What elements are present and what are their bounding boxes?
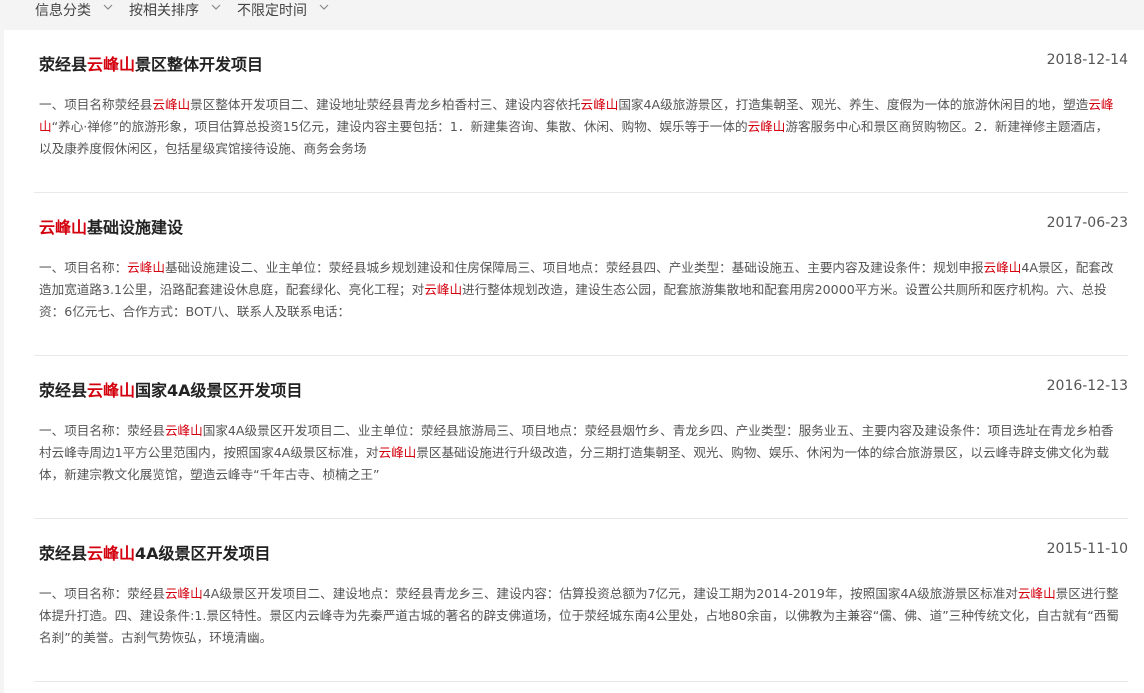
result-item: 云峰山基础设施建设 2017-06-23 一、项目名称：云峰山基础设施建设二、业… xyxy=(34,193,1128,356)
keyword-highlight: 云峰山 xyxy=(152,97,191,112)
text-segment: 荥经县 xyxy=(39,544,88,563)
keyword-highlight: 云峰山 xyxy=(164,586,203,601)
keyword-highlight: 云峰山 xyxy=(747,119,786,134)
result-date: 2016-12-13 xyxy=(1046,378,1128,394)
chevron-down-icon xyxy=(319,3,329,11)
text-segment: 国家4A级旅游景区，打造集朝圣、观光、养生、度假为一体的旅游休闲目的地，塑造 xyxy=(618,97,1089,112)
keyword-highlight: 云峰山 xyxy=(87,544,136,563)
keyword-highlight: 云峰山 xyxy=(87,55,136,74)
text-segment: 4A级景区开发项目 xyxy=(135,544,271,563)
keyword-highlight: 云峰山 xyxy=(127,260,165,275)
result-title[interactable]: 荥经县云峰山国家4A级景区开发项目 xyxy=(39,377,303,401)
result-date: 2015-11-10 xyxy=(1046,541,1128,557)
result-snippet: 一、项目名称：云峰山基础设施建设二、业主单位：荥经县城乡规划建设和住房保障局三、… xyxy=(39,257,1119,323)
text-segment: 4A级景区开发项目二、建设地点：荥经县青龙乡三、建设内容：估算投资总额为7亿元，… xyxy=(202,586,1018,601)
result-item: 荥经县云峰山国家4A级景区开发项目 2016-12-13 一、项目名称：荥经县云… xyxy=(34,356,1128,519)
keyword-highlight: 云峰山 xyxy=(1017,586,1056,601)
result-snippet: 一、项目名称：荥经县云峰山4A级景区开发项目二、建设地点：荥经县青龙乡三、建设内… xyxy=(39,583,1119,649)
result-snippet: 一、项目名称荥经县云峰山景区整体开发项目二、建设地址荥经县青龙乡柏香村三、建设内… xyxy=(39,94,1119,160)
result-item: 荥经县云峰山景区整体开发项目 2018-12-14 一、项目名称荥经县云峰山景区… xyxy=(34,30,1128,193)
text-segment: 景区整体开发项目 xyxy=(135,55,264,74)
left-edge-strip xyxy=(0,30,4,693)
result-date: 2018-12-14 xyxy=(1046,52,1128,68)
text-segment: 一、项目名称：荥经县 xyxy=(39,423,165,438)
result-item: 荥经县云峰山4A级景区开发项目 2015-11-10 一、项目名称：荥经县云峰山… xyxy=(34,519,1128,682)
chevron-down-icon xyxy=(211,3,221,11)
keyword-highlight: 云峰山 xyxy=(164,423,203,438)
filter-sort-dropdown[interactable]: 按相关排序 xyxy=(129,0,221,20)
keyword-highlight: 云峰山 xyxy=(983,260,1022,275)
text-segment: 荥经县 xyxy=(39,55,88,74)
result-title[interactable]: 荥经县云峰山景区整体开发项目 xyxy=(39,51,263,75)
keyword-highlight: 云峰山 xyxy=(39,218,88,237)
text-segment: “养心·禅修”的旅游形象，项目估算总投资15亿元，建设内容主要包括：1．新建集咨… xyxy=(51,119,748,134)
keyword-highlight: 云峰山 xyxy=(580,97,619,112)
filter-category-label: 信息分类 xyxy=(35,3,91,19)
filter-bar: 信息分类 按相关排序 不限定时间 xyxy=(0,0,1144,30)
result-list: 荥经县云峰山景区整体开发项目 2018-12-14 一、项目名称荥经县云峰山景区… xyxy=(34,30,1128,682)
result-snippet: 一、项目名称：荥经县云峰山国家4A级景区开发项目二、业主单位：荥经县旅游局三、项… xyxy=(39,420,1119,486)
text-segment: 一、项目名称： xyxy=(39,260,128,275)
text-segment: 一、项目名称：荥经县 xyxy=(39,586,165,601)
filter-time-dropdown[interactable]: 不限定时间 xyxy=(237,0,329,20)
keyword-highlight: 云峰山 xyxy=(87,381,136,400)
text-segment: 一、项目名称荥经县 xyxy=(39,97,153,112)
result-title[interactable]: 云峰山基础设施建设 xyxy=(39,214,183,238)
keyword-highlight: 云峰山 xyxy=(378,445,417,460)
text-segment: 荥经县 xyxy=(39,381,88,400)
text-segment: 景区整体开发项目二、建设地址荥经县青龙乡柏香村三、建设内容依托 xyxy=(190,97,581,112)
text-segment: 国家4A级景区开发项目 xyxy=(135,381,303,400)
filter-category-dropdown[interactable]: 信息分类 xyxy=(35,0,113,20)
chevron-down-icon xyxy=(103,3,113,11)
filter-time-label: 不限定时间 xyxy=(237,3,307,19)
result-title[interactable]: 荥经县云峰山4A级景区开发项目 xyxy=(39,540,271,564)
text-segment: 基础设施建设二、业主单位：荥经县城乡规划建设和住房保障局三、项目地点：荥经县四、… xyxy=(164,260,984,275)
text-segment: 基础设施建设 xyxy=(87,218,184,237)
result-date: 2017-06-23 xyxy=(1046,215,1128,231)
keyword-highlight: 云峰山 xyxy=(424,282,463,297)
filter-sort-label: 按相关排序 xyxy=(129,3,199,19)
